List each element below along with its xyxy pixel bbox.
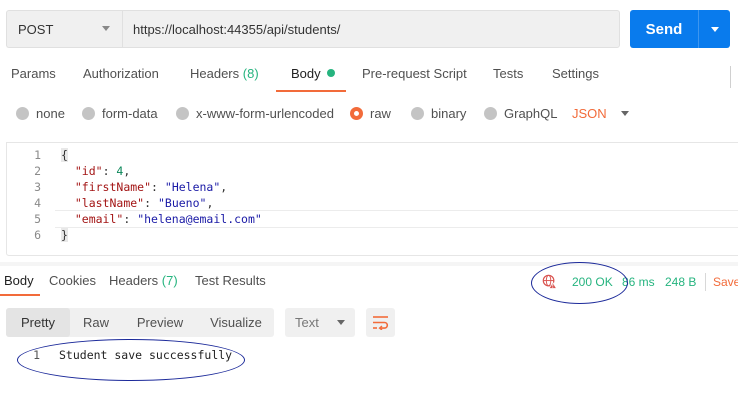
response-format-select[interactable]: Text [285, 308, 355, 337]
code-line-close-brace: } [61, 227, 68, 243]
line-number: 5 [34, 212, 41, 226]
radio-circle-icon [82, 106, 95, 120]
radio-raw-label: raw [370, 105, 391, 121]
send-button[interactable]: Send [630, 10, 730, 48]
radio-graphql-label: GraphQL [504, 105, 558, 121]
request-tabs: Params Authorization Headers (8) Body Pr… [0, 66, 738, 92]
language-select[interactable]: JSON [572, 104, 629, 122]
response-tab-headers-count: (7) [161, 273, 178, 288]
chevron-down-icon [337, 320, 345, 325]
radio-circle-icon [411, 106, 424, 120]
language-label: JSON [572, 105, 607, 121]
wrap-lines-icon [373, 316, 389, 330]
response-tab-headers-label: Headers [109, 273, 159, 288]
response-tab-test-results[interactable]: Test Results [195, 273, 266, 288]
tab-headers-label: Headers [190, 66, 240, 81]
code-line-field-current: "email": "helena@email.com" [55, 210, 738, 228]
tabs-divider [730, 66, 731, 88]
wrap-lines-button[interactable] [366, 308, 395, 337]
field-comma: , [220, 180, 228, 194]
response-text: Student save successfully [59, 348, 233, 362]
radio-form-data[interactable]: form-data [82, 104, 158, 122]
close-brace: } [61, 228, 68, 242]
field-key: "lastName" [74, 196, 145, 210]
response-meta-divider [705, 273, 706, 291]
open-brace: { [61, 148, 68, 162]
tab-authorization[interactable]: Authorization [83, 66, 159, 92]
radio-form-data-label: form-data [102, 105, 158, 121]
line-number: 4 [34, 196, 41, 210]
view-preview-button[interactable]: Preview [122, 308, 198, 337]
view-visualize-button[interactable]: Visualize [198, 308, 274, 337]
field-value: "Helena" [164, 180, 221, 194]
response-tab-body[interactable]: Body [4, 273, 34, 288]
url-value: https://localhost:44355/api/students/ [133, 21, 341, 37]
modified-dot-icon [326, 69, 335, 77]
code-line-field: "firstName": "Helena", [74, 180, 228, 194]
globe-warning-icon[interactable] [542, 274, 557, 289]
url-input[interactable]: https://localhost:44355/api/students/ [122, 10, 620, 48]
tab-body-label: Body [291, 66, 321, 81]
response-size[interactable]: 248 B [665, 275, 696, 289]
radio-raw[interactable]: raw [350, 104, 391, 122]
field-value: "helena@email.com" [137, 212, 262, 226]
tab-params[interactable]: Params [11, 66, 56, 92]
field-key: "id" [74, 164, 103, 178]
chevron-down-icon [710, 26, 719, 32]
radio-binary[interactable]: binary [411, 104, 466, 122]
tab-body[interactable]: Body [291, 66, 335, 92]
field-comma: , [206, 196, 214, 210]
code-line-field: "lastName": "Bueno", [74, 196, 214, 210]
radio-graphql[interactable]: GraphQL [484, 104, 557, 122]
send-options-button[interactable] [699, 26, 730, 32]
line-number: 2 [34, 164, 41, 178]
method-label: POST [18, 21, 54, 37]
field-comma: , [123, 164, 131, 178]
radio-urlencoded[interactable]: x-www-form-urlencoded [176, 104, 334, 122]
response-tab-cookies[interactable]: Cookies [49, 273, 96, 288]
radio-none[interactable]: none [16, 104, 65, 122]
field-value: "Bueno" [157, 196, 207, 210]
field-key: "firstName" [74, 180, 152, 194]
line-number: 6 [34, 228, 41, 242]
response-line-number: 1 [33, 348, 40, 362]
response-format-label: Text [295, 315, 319, 330]
line-number: 3 [34, 180, 41, 194]
tab-settings[interactable]: Settings [552, 66, 599, 92]
view-pretty-button[interactable]: Pretty [6, 308, 70, 337]
response-tab-headers[interactable]: Headers (7) [109, 273, 178, 288]
code-line-open-brace: { [61, 147, 68, 163]
radio-circle-icon [484, 106, 497, 120]
response-body-viewer[interactable]: 1 Student save successfully [6, 346, 738, 366]
send-label: Send [645, 20, 683, 38]
view-raw-button[interactable]: Raw [70, 308, 122, 337]
status-code[interactable]: 200 OK [572, 275, 613, 289]
chevron-down-icon [620, 110, 629, 116]
radio-selected-icon [350, 106, 363, 120]
code-line-field: "id": 4, [74, 164, 131, 178]
field-key: "email" [74, 212, 124, 226]
response-time[interactable]: 86 ms [622, 275, 655, 289]
radio-binary-label: binary [431, 105, 467, 121]
response-view-toggle: Pretty Raw Preview Visualize [6, 308, 274, 337]
save-response-button[interactable]: Save [713, 275, 738, 289]
radio-circle-icon [16, 106, 29, 120]
line-number: 1 [34, 148, 41, 162]
radio-urlencoded-label: x-www-form-urlencoded [196, 105, 334, 121]
response-active-tab-indicator [0, 294, 40, 296]
tab-prerequest-script[interactable]: Pre-request Script [362, 66, 467, 92]
tab-headers-count: (8) [242, 66, 259, 81]
line-number-gutter: 1 2 3 4 5 6 [7, 143, 53, 255]
pane-resize-handle[interactable] [0, 262, 738, 266]
tab-headers[interactable]: Headers (8) [190, 66, 259, 92]
chevron-down-icon [102, 26, 110, 31]
radio-none-label: none [36, 105, 65, 121]
tab-tests[interactable]: Tests [493, 66, 523, 92]
method-select[interactable]: POST [6, 10, 122, 48]
request-body-editor[interactable]: 1 2 3 4 5 6 { "id": 4, "firstName": "Hel… [6, 142, 738, 256]
radio-circle-icon [176, 106, 189, 120]
active-tab-indicator [276, 90, 346, 92]
